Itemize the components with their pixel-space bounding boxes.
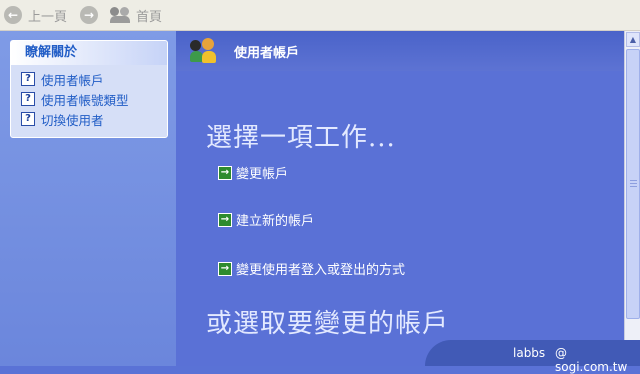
back-arrow-icon: ← [4, 6, 22, 24]
green-arrow-icon: → [218, 261, 232, 276]
learn-about-title: 瞭解關於 [11, 41, 167, 65]
pick-account-heading: 或選取要變更的帳戶 [206, 309, 450, 339]
pick-task-heading: 選擇一項工作... [206, 123, 396, 153]
help-link-user-accounts[interactable]: ? 使用者帳戶 [11, 69, 167, 89]
task-create-account[interactable]: → 建立新的帳戶 [218, 210, 314, 229]
users-icon [110, 7, 132, 23]
help-link-label: 使用者帳號類型 [41, 92, 129, 108]
watermark-brand: labbs [513, 346, 546, 360]
scroll-up-button[interactable]: ▲ [626, 32, 640, 47]
page-header: 使用者帳戶 [176, 31, 624, 71]
task-change-account[interactable]: → 變更帳戶 [218, 163, 288, 182]
back-label: 上一頁 [28, 9, 68, 25]
navigation-toolbar: ← 上一頁 → 首頁 [0, 0, 640, 31]
page-title: 使用者帳戶 [234, 46, 300, 61]
forward-arrow-icon: → [80, 6, 98, 24]
green-arrow-icon: → [218, 165, 232, 180]
help-link-account-types[interactable]: ? 使用者帳號類型 [11, 89, 167, 109]
help-link-switch-users[interactable]: ? 切換使用者 [11, 109, 167, 129]
learn-about-links: ? 使用者帳戶 ? 使用者帳號類型 ? 切換使用者 [11, 65, 167, 137]
task-label: 建立新的帳戶 [236, 214, 315, 229]
help-link-label: 使用者帳戶 [41, 72, 104, 88]
home-button[interactable]: 首頁 [110, 4, 162, 26]
watermark-site: @ sogi.com.tw [555, 346, 628, 374]
main-content: 選擇一項工作... → 變更帳戶 → 建立新的帳戶 → 變更使用者登入或登出的方… [176, 71, 624, 366]
home-label: 首頁 [136, 9, 163, 25]
help-icon: ? [21, 112, 35, 126]
help-icon: ? [21, 92, 35, 106]
scrollbar-thumb[interactable] [626, 49, 640, 319]
user-accounts-icon [190, 38, 218, 64]
help-link-label: 切換使用者 [41, 112, 104, 128]
green-arrow-icon: → [218, 212, 232, 227]
task-label: 變更帳戶 [236, 167, 289, 182]
task-label: 變更使用者登入或登出的方式 [236, 263, 406, 278]
back-button[interactable]: ← 上一頁 [4, 4, 67, 26]
watermark: labbs @ sogi.com.tw [425, 340, 640, 374]
forward-button[interactable]: → [80, 4, 98, 26]
help-icon: ? [21, 72, 35, 86]
left-panel: 瞭解關於 ? 使用者帳戶 ? 使用者帳號類型 ? 切換使用者 [0, 31, 176, 366]
vertical-scrollbar[interactable]: ▲ [624, 31, 640, 366]
learn-about-box: 瞭解關於 ? 使用者帳戶 ? 使用者帳號類型 ? 切換使用者 [10, 40, 168, 138]
task-change-logon-logoff[interactable]: → 變更使用者登入或登出的方式 [218, 259, 405, 278]
